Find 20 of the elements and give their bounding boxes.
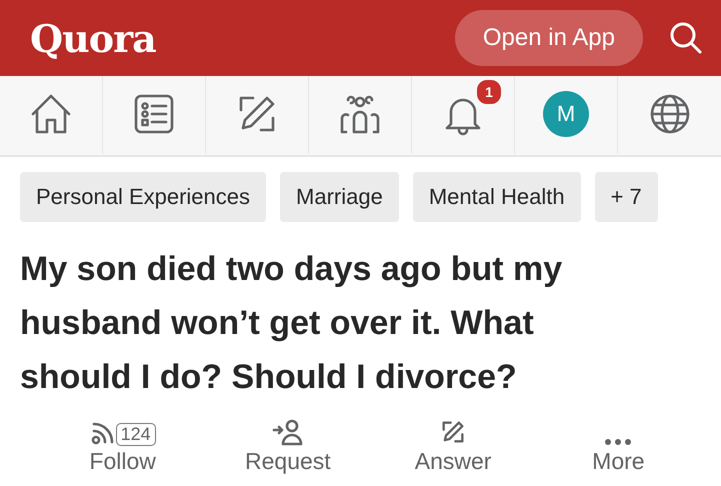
open-in-app-button[interactable]: Open in App — [454, 10, 643, 66]
answer-button[interactable]: Answer — [370, 414, 536, 486]
topic-tag[interactable]: Marriage — [280, 172, 399, 222]
notification-badge: 1 — [475, 78, 503, 106]
person-arrow-icon — [272, 418, 304, 446]
search-icon[interactable] — [669, 21, 703, 56]
quora-logo[interactable]: Quora — [30, 16, 455, 61]
nav-tab[interactable]: 1 — [412, 76, 515, 154]
user-avatar: M — [543, 90, 589, 137]
rss-icon — [90, 420, 116, 446]
topic-tag[interactable]: + 7 — [594, 172, 658, 222]
more-button[interactable]: More — [536, 414, 701, 486]
follow-button[interactable]: 124 Follow — [40, 414, 206, 486]
topic-tag[interactable]: Mental Health — [412, 172, 581, 222]
request-button[interactable]: Request — [205, 414, 370, 486]
more-icon — [603, 438, 634, 446]
question-title: My son died two days ago but my husband won’t get over it. What should I do? Should I divorce? — [19, 248, 564, 398]
nav-tab[interactable]: M — [515, 76, 618, 154]
topic-tag[interactable]: Personal Experiences — [20, 172, 266, 222]
follower-count: 124 — [116, 422, 156, 446]
